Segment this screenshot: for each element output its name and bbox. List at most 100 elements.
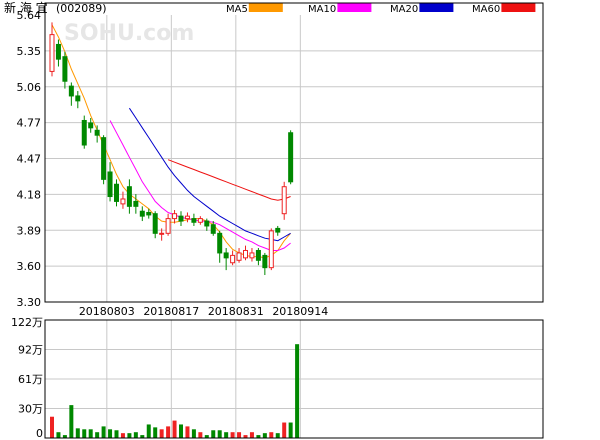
volume-bar bbox=[172, 420, 177, 438]
candle-up bbox=[165, 218, 171, 234]
candle-down bbox=[133, 200, 139, 207]
volume-tick-label: 61万 bbox=[18, 373, 43, 386]
legend-label: MA60 bbox=[472, 4, 500, 15]
candle-up bbox=[268, 230, 274, 269]
volume-bar bbox=[108, 429, 113, 438]
volume-bar bbox=[101, 426, 106, 438]
volume-bar bbox=[166, 426, 171, 438]
candle-down bbox=[255, 249, 261, 261]
price-tick-label: 3.60 bbox=[17, 260, 42, 273]
price-tick-label: 4.18 bbox=[17, 188, 42, 201]
candle-down bbox=[101, 137, 107, 180]
volume-bar bbox=[146, 424, 151, 438]
price-tick-label: 5.06 bbox=[17, 81, 42, 94]
watermark-text: SOHU.com bbox=[64, 21, 194, 46]
legend-swatch bbox=[337, 3, 372, 12]
stock-chart-container: SOHU.com 5.64 5.35 5.06 4.77 4.47 4.18 3.89 3.6… bbox=[0, 0, 600, 440]
volume-bar bbox=[217, 430, 222, 438]
volume-bar bbox=[82, 429, 87, 438]
volume-bar bbox=[75, 428, 80, 438]
candle-down bbox=[126, 186, 132, 207]
candle-down bbox=[146, 211, 152, 216]
candle-down bbox=[68, 85, 74, 97]
candle-down bbox=[262, 254, 268, 269]
candle-down bbox=[178, 215, 184, 222]
volume-bar bbox=[269, 432, 274, 438]
price-tick-label: 3.89 bbox=[17, 224, 42, 237]
volume-bar bbox=[262, 433, 267, 438]
candle-up bbox=[159, 232, 165, 235]
volume-bar bbox=[282, 422, 287, 438]
volume-bar bbox=[249, 432, 254, 438]
candle-down bbox=[75, 95, 81, 102]
volume-bar bbox=[295, 344, 300, 438]
volume-bar bbox=[237, 432, 242, 438]
volume-bar bbox=[211, 430, 216, 438]
candle-down bbox=[62, 56, 68, 82]
volume-bar bbox=[179, 424, 183, 438]
candle-down bbox=[275, 227, 281, 233]
candle-up bbox=[120, 198, 126, 205]
volume-bar bbox=[230, 432, 235, 438]
candle-down bbox=[152, 213, 158, 234]
candle-up bbox=[230, 254, 236, 264]
kline-chart: SOHU.com 5.645.355.064.774.474.183.893.6… bbox=[4, 0, 544, 440]
volume-tick-label: 0 bbox=[36, 427, 43, 440]
price-tick-label: 4.77 bbox=[17, 117, 42, 130]
legend-label: MA5 bbox=[226, 4, 248, 15]
date-tick-label: 20180914 bbox=[272, 305, 328, 318]
candle-down bbox=[217, 232, 223, 254]
legend-label: MA20 bbox=[390, 4, 418, 15]
volume-bar bbox=[127, 433, 132, 438]
volume-bar-layer bbox=[50, 344, 300, 438]
candle-down bbox=[191, 218, 197, 223]
candle-up bbox=[249, 252, 255, 259]
price-tick-label: 3.30 bbox=[17, 296, 42, 309]
grid-layer bbox=[45, 15, 543, 438]
legend-label: MA10 bbox=[308, 4, 336, 15]
date-tick-label: 20180831 bbox=[208, 305, 264, 318]
legend-swatch bbox=[419, 3, 454, 12]
volume-bar bbox=[185, 426, 190, 438]
volume-bar bbox=[56, 432, 61, 438]
volume-bar bbox=[159, 429, 164, 438]
price-panel-frame bbox=[44, 2, 544, 303]
volume-bar bbox=[275, 433, 280, 438]
stock-code: (002089) bbox=[56, 2, 107, 15]
volume-tick-label: 92万 bbox=[18, 344, 43, 357]
candle-down bbox=[107, 171, 113, 198]
volume-bar bbox=[95, 432, 100, 438]
chart-header: 新 海 宜 (002089) bbox=[4, 0, 107, 15]
ma-line-ma10 bbox=[109, 120, 291, 251]
candle-down bbox=[55, 43, 61, 60]
candle-down bbox=[210, 224, 216, 234]
date-tick-label: 20180817 bbox=[143, 305, 199, 318]
candle-up bbox=[236, 252, 242, 261]
candle-down bbox=[139, 210, 145, 217]
price-tick-label: 5.35 bbox=[17, 45, 42, 58]
ma-legend: MA5 MA10 MA20 MA60 bbox=[226, 3, 536, 15]
candle-down bbox=[288, 132, 294, 183]
candle-down bbox=[81, 119, 87, 146]
volume-bar bbox=[224, 432, 229, 438]
price-tick-label: 4.47 bbox=[17, 153, 42, 166]
candle-up bbox=[243, 249, 248, 259]
stock-name: 新 海 宜 bbox=[4, 0, 48, 15]
candle-down bbox=[223, 252, 229, 259]
candle-down bbox=[204, 220, 210, 227]
volume-bar bbox=[198, 432, 203, 438]
candle-up bbox=[172, 213, 178, 220]
volume-bar bbox=[191, 429, 196, 438]
candle-up bbox=[281, 186, 287, 215]
candle-up bbox=[49, 34, 55, 72]
candle-down bbox=[88, 122, 94, 129]
volume-bar bbox=[114, 430, 119, 438]
candle-up bbox=[197, 218, 203, 223]
volume-tick-label: 30万 bbox=[18, 403, 43, 416]
volume-bar bbox=[133, 432, 138, 438]
volume-bar bbox=[288, 422, 293, 438]
volume-bar bbox=[88, 429, 93, 438]
chart-frame bbox=[44, 2, 544, 439]
candle-down bbox=[94, 129, 100, 136]
volume-tick-label: 122万 bbox=[11, 316, 43, 329]
